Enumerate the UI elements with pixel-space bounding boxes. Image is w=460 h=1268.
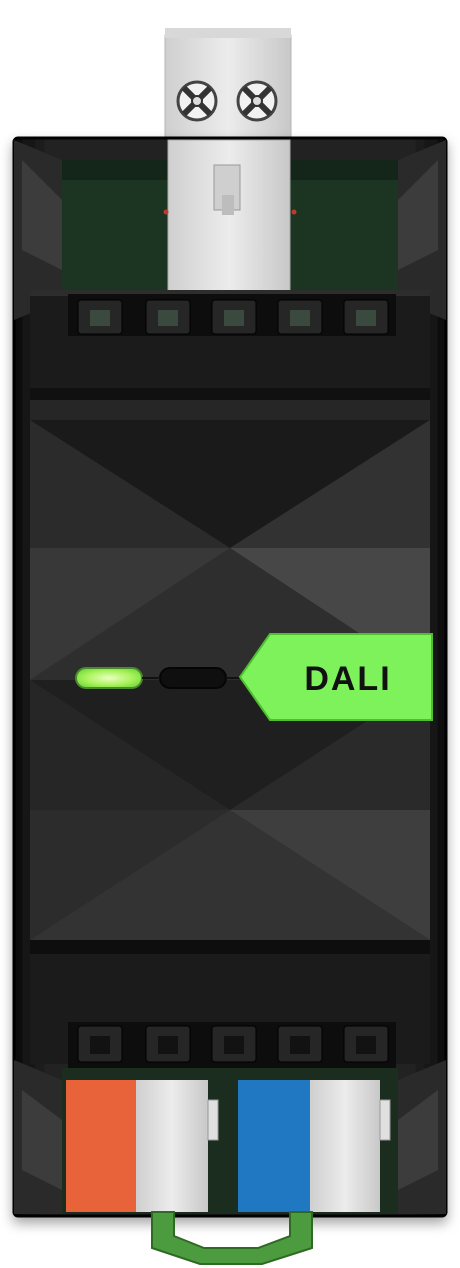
top-slot-row xyxy=(30,290,430,400)
error-led xyxy=(159,667,227,689)
screw-icon xyxy=(236,80,278,122)
din-rail-clip-icon xyxy=(151,1211,313,1265)
dali-module-illustration: DALI xyxy=(12,28,448,1265)
top-terminal xyxy=(164,28,292,145)
device-photo: DALI xyxy=(0,0,460,1268)
screw-icon xyxy=(176,80,218,122)
bottom-terminal-right xyxy=(238,1080,391,1212)
status-led xyxy=(75,667,143,689)
bottom-slot-row xyxy=(30,954,430,1068)
bottom-terminal-left xyxy=(66,1080,219,1212)
dali-label-tab: DALI xyxy=(238,633,433,721)
dali-label: DALI xyxy=(304,660,391,698)
